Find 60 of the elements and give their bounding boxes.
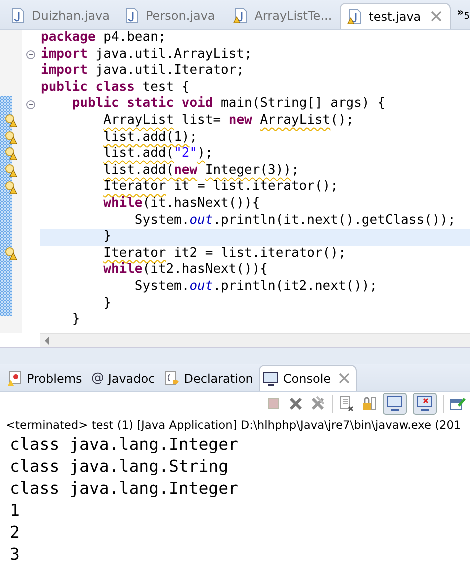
view-tab[interactable]: Console xyxy=(259,365,358,391)
code-line: ArrayList list= new ArrayList(); xyxy=(102,112,356,130)
code-line: System.out.println(it.next().getClass()); xyxy=(134,212,457,230)
editor-tab[interactable]: test.java xyxy=(340,3,452,29)
editor-tab[interactable]: Person.java xyxy=(118,3,227,29)
java-file-icon xyxy=(10,8,26,24)
collapse-icon[interactable] xyxy=(26,100,36,110)
editor-tab[interactable]: Duizhan.java xyxy=(4,3,118,29)
at-sign-icon: @ xyxy=(91,371,104,386)
warning-icon xyxy=(5,130,17,145)
warning-icon xyxy=(5,147,17,162)
monitor-icon[interactable] xyxy=(413,393,437,415)
console-output-line: class java.lang.Integer xyxy=(10,478,240,500)
code-line: list.add(new Integer(3)); xyxy=(102,162,300,180)
java-file-icon xyxy=(347,8,364,24)
code-line: public static void main(String[] args) { xyxy=(71,96,386,113)
code-line: System.out.println(it2.next()); xyxy=(134,278,379,296)
close-icon[interactable] xyxy=(431,11,442,22)
code-line: import java.util.Iterator; xyxy=(40,63,246,80)
remove-all-icon[interactable] xyxy=(310,396,326,412)
remove-icon[interactable] xyxy=(288,396,304,412)
monitor-icon[interactable] xyxy=(383,393,407,415)
code-line: import java.util.ArrayList; xyxy=(40,46,254,63)
horizontal-scrollbar[interactable] xyxy=(40,333,470,347)
code-line: while(it2.hasNext()){ xyxy=(102,262,269,279)
close-icon[interactable] xyxy=(339,373,350,384)
lock-icon[interactable] xyxy=(361,396,377,412)
code-line: } xyxy=(102,296,112,312)
warning-icon xyxy=(5,180,17,195)
console-output-line: 3 xyxy=(10,544,21,566)
code-line: Iterator it2 = list.iterator(); xyxy=(102,246,348,262)
declaration-icon xyxy=(164,370,180,386)
more-tabs-button[interactable]: »$_{5}$ xyxy=(457,6,470,23)
console-output-line: class java.lang.Integer xyxy=(10,434,240,456)
view-tab[interactable]: Declaration xyxy=(161,366,260,391)
java-file-icon xyxy=(124,8,140,24)
problems-icon xyxy=(7,370,23,386)
monitor-icon xyxy=(263,370,280,386)
code-line: public class test { xyxy=(40,80,191,96)
clear-console-icon[interactable] xyxy=(339,396,355,412)
view-tab[interactable]: @ Javadoc xyxy=(88,366,162,391)
code-line: while(it.hasNext()){ xyxy=(102,196,262,213)
warning-icon xyxy=(5,164,17,178)
console-status: <terminated> test (1) [Java Application] D:\hlhphp\Java\jre7\bin\javaw.exe (201 xyxy=(5,417,462,434)
scroll-left-icon[interactable] xyxy=(44,336,50,344)
code-line: list.add("2"); xyxy=(102,146,214,163)
java-file-icon xyxy=(232,8,249,24)
editor-tab[interactable]: ArrayListTe... xyxy=(226,3,340,29)
warning-icon xyxy=(5,114,17,128)
view-tab[interactable]: Problems xyxy=(4,366,88,391)
code-line: } xyxy=(71,312,82,329)
code-line: list.add(1); xyxy=(102,130,199,146)
console-output-line: 2 xyxy=(10,522,21,544)
console-output-line: 1 xyxy=(10,500,21,522)
warning-icon xyxy=(5,247,17,262)
code-line: Iterator it = list.iterator(); xyxy=(102,179,340,196)
console-output-line: class java.lang.String xyxy=(10,456,230,478)
collapse-icon[interactable] xyxy=(26,50,36,60)
stop-icon[interactable] xyxy=(266,396,282,412)
code-line: package p4.bean; xyxy=(40,30,168,47)
